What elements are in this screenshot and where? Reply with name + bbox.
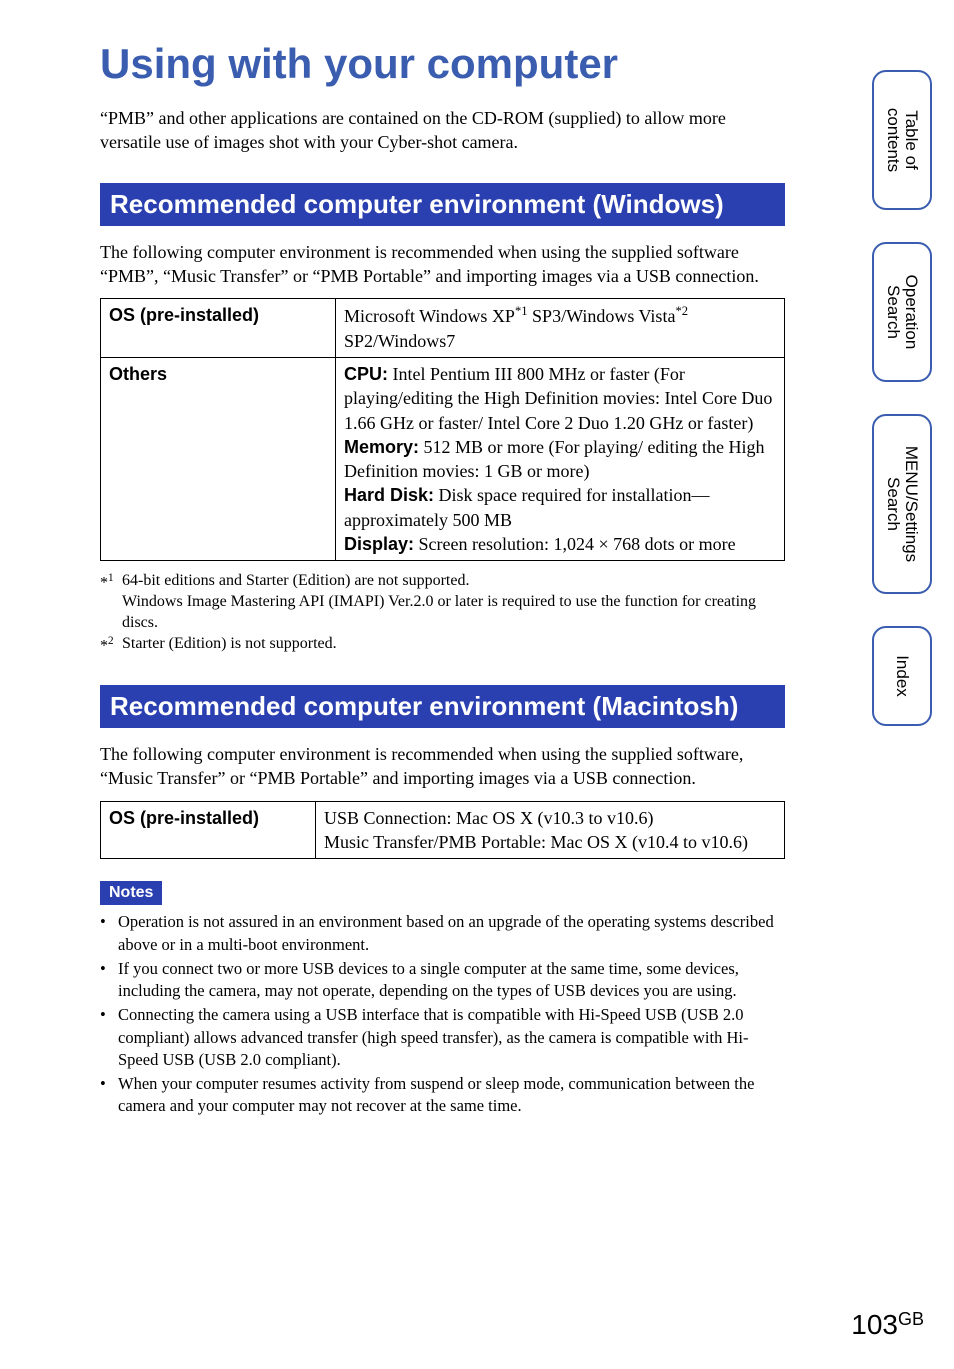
notes-heading: Notes xyxy=(100,881,162,905)
page-title: Using with your computer xyxy=(100,40,785,88)
os-label-mac: OS (pre-installed) xyxy=(101,801,316,859)
page-content: Using with your computer “PMB” and other… xyxy=(0,0,845,1160)
footnote: *2 Starter (Edition) is not supported. xyxy=(100,634,785,657)
table-row: Others CPU: Intel Pentium III 800 MHz or… xyxy=(101,357,785,560)
os-label: OS (pre-installed) xyxy=(101,299,336,358)
table-row: OS (pre-installed) Microsoft Windows XP*… xyxy=(101,299,785,358)
mac-spec-table: OS (pre-installed) USB Connection: Mac O… xyxy=(100,801,785,860)
intro-paragraph: “PMB” and other applications are contain… xyxy=(100,106,785,155)
others-value: CPU: Intel Pentium III 800 MHz or faster… xyxy=(336,357,785,560)
side-tabs: Table of contents Operation Search MENU/… xyxy=(872,70,932,758)
tab-label: Table of contents xyxy=(884,108,920,172)
table-row: OS (pre-installed) USB Connection: Mac O… xyxy=(101,801,785,859)
list-item: •Connecting the camera using a USB inter… xyxy=(100,1004,785,1071)
list-item: •If you connect two or more USB devices … xyxy=(100,958,785,1003)
os-value-mac: USB Connection: Mac OS X (v10.3 to v10.6… xyxy=(316,801,785,859)
tab-operation-search[interactable]: Operation Search xyxy=(872,242,932,382)
page-number: 103GB xyxy=(851,1309,924,1341)
others-label: Others xyxy=(101,357,336,560)
os-value: Microsoft Windows XP*1 SP3/Windows Vista… xyxy=(336,299,785,358)
footnote: *1 64-bit editions and Starter (Edition)… xyxy=(100,571,785,633)
section-heading-windows: Recommended computer environment (Window… xyxy=(100,183,785,226)
windows-intro: The following computer environment is re… xyxy=(100,240,785,289)
notes-list: •Operation is not assured in an environm… xyxy=(100,911,785,1117)
tab-label: MENU/Settings Search xyxy=(884,446,920,562)
windows-footnotes: *1 64-bit editions and Starter (Edition)… xyxy=(100,571,785,657)
mac-intro: The following computer environment is re… xyxy=(100,742,785,791)
tab-index[interactable]: Index xyxy=(872,626,932,726)
section-heading-mac: Recommended computer environment (Macint… xyxy=(100,685,785,728)
tab-label: Operation Search xyxy=(884,275,920,350)
windows-spec-table: OS (pre-installed) Microsoft Windows XP*… xyxy=(100,298,785,561)
list-item: •Operation is not assured in an environm… xyxy=(100,911,785,956)
tab-table-of-contents[interactable]: Table of contents xyxy=(872,70,932,210)
tab-menu-settings-search[interactable]: MENU/Settings Search xyxy=(872,414,932,594)
list-item: •When your computer resumes activity fro… xyxy=(100,1073,785,1118)
tab-label: Index xyxy=(893,655,911,697)
